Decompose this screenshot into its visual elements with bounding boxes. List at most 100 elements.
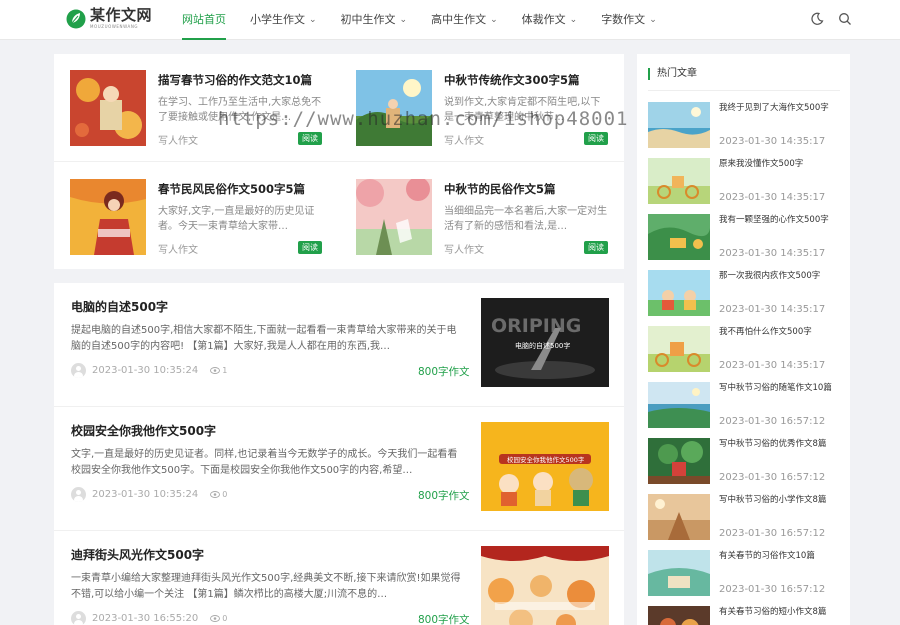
- featured-category[interactable]: 写人作文: [444, 132, 484, 147]
- featured-thumbnail[interactable]: [356, 70, 432, 146]
- article-category[interactable]: 800字作文: [418, 488, 470, 503]
- sidebar-thumbnail[interactable]: [648, 270, 710, 316]
- sidebar-thumbnail[interactable]: [648, 382, 710, 428]
- featured-thumbnail[interactable]: [356, 179, 432, 255]
- article-title[interactable]: 校园安全你我他作文500字: [71, 422, 216, 439]
- article-category[interactable]: 800字作文: [418, 612, 470, 625]
- avatar[interactable]: [71, 610, 86, 625]
- article-title[interactable]: 迪拜街头风光作文500字: [71, 546, 204, 563]
- featured-title[interactable]: 描写春节习俗的作文范文10篇: [158, 72, 312, 88]
- chevron-down-icon: ⌄: [649, 15, 657, 25]
- featured-thumbnail[interactable]: [70, 70, 146, 146]
- sidebar-thumbnail[interactable]: [648, 606, 710, 625]
- sidebar-thumbnail[interactable]: [648, 214, 710, 260]
- sidebar-article[interactable]: 有关春节习俗的短小作文8篇: [648, 606, 840, 625]
- eye-icon: [210, 366, 221, 374]
- article-item[interactable]: 迪拜街头风光作文500字 一束青草小编给大家整理迪拜街头风光作文500字,经典美…: [54, 531, 624, 625]
- sidebar-thumbnail[interactable]: [648, 550, 710, 596]
- nav-high-school[interactable]: 高中生作文 ⌄: [431, 0, 498, 40]
- article-item[interactable]: 电脑的自述500字 提起电脑的自述500字,相信大家都不陌生,下面就一起看看一束…: [54, 283, 624, 407]
- search-icon[interactable]: [838, 12, 852, 26]
- article-meta: 2023-01-30 10:35:24 1: [71, 362, 227, 378]
- sidebar-article-title[interactable]: 我不再怕什么作文500字: [719, 326, 844, 350]
- sidebar-thumbnail[interactable]: [648, 438, 710, 484]
- article-summary: 提起电脑的自述500字,相信大家都不陌生,下面就一起看看一束青草给大家带来的关于…: [71, 325, 457, 352]
- sidebar-article-date: 2023-01-30 14:35:17: [719, 192, 826, 203]
- sidebar-article-title[interactable]: 写中秋节习俗的小学作文8篇: [719, 494, 844, 518]
- sidebar-article[interactable]: 有关春节的习俗作文10篇 2023-01-30 16:57:12: [648, 550, 840, 600]
- featured-category[interactable]: 写人作文: [444, 241, 484, 256]
- nav-primary-school[interactable]: 小学生作文 ⌄: [250, 0, 317, 40]
- chevron-down-icon: ⌄: [569, 15, 578, 25]
- article-summary: 一束青草小编给大家整理迪拜街头风光作文500字,经典美文不断,接下来请欣赏!如果…: [71, 573, 461, 600]
- sidebar-article[interactable]: 写中秋节习俗的优秀作文8篇 2023-01-30 16:57:12: [648, 438, 840, 488]
- sidebar-article-title[interactable]: 原来我没懂作文500字: [719, 158, 844, 182]
- chevron-down-icon: ⌄: [490, 15, 498, 25]
- nav-genre[interactable]: 体裁作文 ⌄: [522, 0, 578, 40]
- nav-middle-school[interactable]: 初中生作文 ⌄: [341, 0, 408, 40]
- sidebar-article[interactable]: 那一次我很内疚作文500字 2023-01-30 14:35:17: [648, 270, 840, 320]
- sidebar-article[interactable]: 写中秋节习俗的随笔作文10篇 2023-01-30 16:57:12: [648, 382, 840, 432]
- article-thumbnail[interactable]: 校园安全你我他作文500字: [481, 422, 609, 511]
- sidebar-article-title[interactable]: 我终于见到了大海作文500字: [719, 102, 844, 126]
- moon-icon[interactable]: [810, 12, 824, 26]
- sidebar-thumbnail[interactable]: [648, 494, 710, 540]
- sidebar-article-title[interactable]: 我有一颗坚强的心作文500字: [719, 214, 844, 238]
- article-date: 2023-01-30 10:35:24: [92, 488, 199, 500]
- nav-label: 初中生作文: [340, 13, 396, 26]
- featured-title[interactable]: 中秋节传统作文300字5篇: [444, 72, 580, 88]
- nav-label: 字数作文: [601, 13, 646, 26]
- featured-card[interactable]: 描写春节习俗的作文范文10篇 在学习、工作乃至生活中,大家总免不了要接触或使用作…: [70, 70, 340, 150]
- read-badge[interactable]: 阅读: [584, 132, 608, 145]
- read-badge[interactable]: 阅读: [298, 241, 322, 254]
- sidebar-article[interactable]: 我有一颗坚强的心作文500字 2023-01-30 14:35:17: [648, 214, 840, 264]
- featured-desc: 在学习、工作乃至生活中,大家总免不了要接触或使用作文,作文是…: [158, 97, 322, 123]
- article-meta: 2023-01-30 16:55:20 0: [71, 610, 227, 625]
- view-number: 0: [222, 489, 228, 499]
- main-nav: 网站首页 小学生作文 ⌄ 初中生作文 ⌄ 高中生作文 ⌄ 体裁作文 ⌄ 字数作文 ⌄: [182, 0, 681, 40]
- featured-category[interactable]: 写人作文: [158, 241, 198, 256]
- sidebar-article-title[interactable]: 写中秋节习俗的优秀作文8篇: [719, 438, 844, 462]
- nav-word-count[interactable]: 字数作文 ⌄: [601, 0, 657, 40]
- sidebar-article[interactable]: 原来我没懂作文500字 2023-01-30 14:35:17: [648, 158, 840, 208]
- sidebar-thumbnail[interactable]: [648, 326, 710, 372]
- sidebar-thumbnail[interactable]: [648, 158, 710, 204]
- sidebar-article-title[interactable]: 那一次我很内疚作文500字: [719, 270, 844, 294]
- chevron-down-icon: ⌄: [399, 15, 408, 25]
- article-thumbnail[interactable]: [481, 546, 609, 625]
- divider: [54, 161, 624, 162]
- featured-title[interactable]: 中秋节的民俗作文5篇: [444, 181, 556, 197]
- svg-text:ORIPING: ORIPING: [491, 315, 581, 337]
- sidebar-article[interactable]: 我终于见到了大海作文500字 2023-01-30 14:35:17: [648, 102, 840, 152]
- featured-card[interactable]: 春节民风民俗作文500字5篇 大家好,文字,一直是最好的历史见证者。今天一束青草…: [70, 179, 340, 259]
- avatar[interactable]: [71, 486, 86, 502]
- featured-title[interactable]: 春节民风民俗作文500字5篇: [158, 181, 305, 197]
- nav-label: 高中生作文: [431, 13, 487, 26]
- eye-icon: [210, 614, 221, 622]
- article-date: 2023-01-30 10:35:24: [92, 364, 199, 376]
- article-item[interactable]: 校园安全你我他作文500字 文字,一直是最好的历史见证者。同样,也记录着当今无数…: [54, 407, 624, 531]
- avatar[interactable]: [71, 362, 86, 378]
- read-badge[interactable]: 阅读: [584, 241, 608, 254]
- sidebar-article[interactable]: 写中秋节习俗的小学作文8篇 2023-01-30 16:57:12: [648, 494, 840, 544]
- article-title[interactable]: 电脑的自述500字: [71, 298, 168, 315]
- featured-thumbnail[interactable]: [70, 179, 146, 255]
- featured-card[interactable]: 中秋节传统作文300字5篇 说到作文,大家肯定都不陌生吧,以下是一束青草整理的中…: [356, 70, 626, 150]
- article-thumbnail[interactable]: ORIPING 电脑的自述500字: [481, 298, 609, 387]
- featured-category[interactable]: 写人作文: [158, 132, 198, 147]
- sidebar-article-title[interactable]: 写中秋节习俗的随笔作文10篇: [719, 382, 844, 406]
- sidebar-thumbnail[interactable]: [648, 102, 710, 148]
- view-count: 0: [210, 490, 227, 499]
- sidebar-article-title[interactable]: 有关春节的习俗作文10篇: [719, 550, 844, 574]
- sidebar-article[interactable]: 我不再怕什么作文500字 2023-01-30 14:35:17: [648, 326, 840, 376]
- nav-label: 网站首页: [182, 13, 226, 26]
- featured-desc: 说到作文,大家肯定都不陌生吧,以下是一束青草整理的中秋节…: [444, 97, 601, 123]
- read-badge[interactable]: 阅读: [298, 132, 322, 145]
- featured-card[interactable]: 中秋节的民俗作文5篇 当细细品完一本名著后,大家一定对生活有了新的感悟和看法,是…: [356, 179, 626, 259]
- eye-icon: [210, 490, 221, 498]
- featured-grid: 描写春节习俗的作文范文10篇 在学习、工作乃至生活中,大家总免不了要接触或使用作…: [54, 54, 624, 269]
- nav-home[interactable]: 网站首页: [182, 0, 226, 40]
- site-logo[interactable]: 某作文网 MOUZUOWENWANG: [66, 7, 152, 33]
- article-category[interactable]: 800字作文: [418, 364, 470, 379]
- sidebar-article-title[interactable]: 有关春节习俗的短小作文8篇: [719, 606, 844, 625]
